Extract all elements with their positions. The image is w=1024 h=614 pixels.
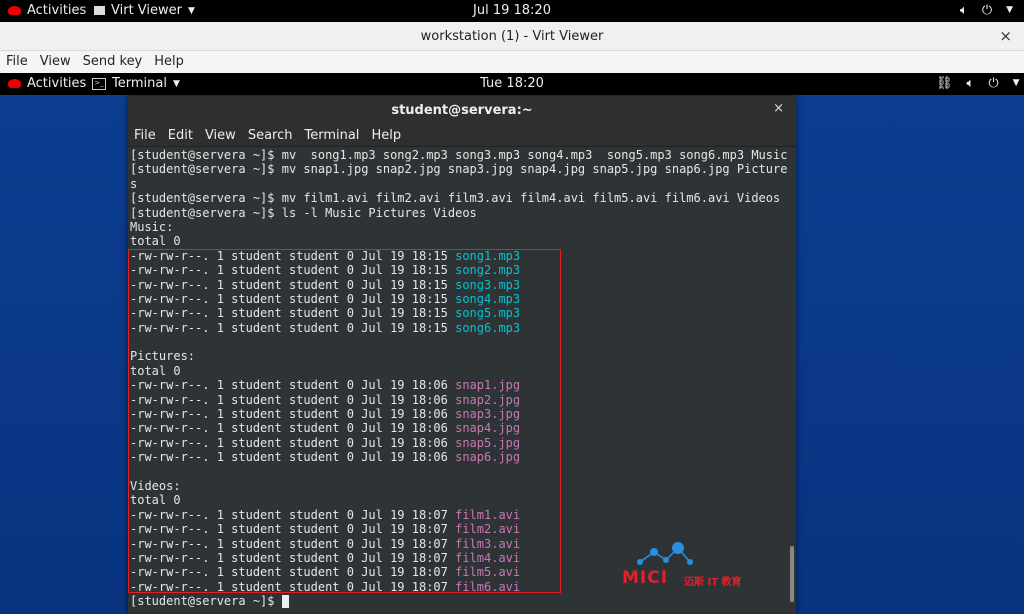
terminal-line: [student@servera ~]$ mv snap1.jpg snap2.… <box>130 162 787 176</box>
guest-clock[interactable]: Tue 18:20 <box>0 76 1024 91</box>
menu-help[interactable]: Help <box>148 51 190 73</box>
terminal-line: [student@servera ~]$ ls -l Music Picture… <box>130 206 787 220</box>
watermark-word: MICI <box>622 568 669 588</box>
terminal-line: Music: <box>130 220 787 234</box>
terminal-line-text: s <box>130 176 138 191</box>
terminal-menu-file[interactable]: File <box>128 124 162 146</box>
terminal-title: student@servera:~ <box>391 103 533 118</box>
close-icon[interactable]: × <box>999 27 1012 45</box>
chevron-down-icon: ▼ <box>1006 5 1014 15</box>
power-icon: ⏻ <box>988 76 999 91</box>
terminal-menu-view[interactable]: View <box>199 124 242 146</box>
terminal-line: s <box>130 177 787 191</box>
terminal-line-text: [student@servera ~]$ mv song1.mp3 song2.… <box>130 148 788 162</box>
terminal-menu-help[interactable]: Help <box>365 124 407 146</box>
highlight-annotation <box>128 249 561 593</box>
menu-file[interactable]: File <box>0 51 34 73</box>
shell-prompt: [student@servera ~]$ <box>130 594 282 609</box>
terminal-menu-edit[interactable]: Edit <box>162 124 199 146</box>
watermark-logo: MICI 迈斯 IT 教育 <box>622 540 762 590</box>
terminal-line-text: total 0 <box>130 234 181 249</box>
volume-icon: 🔈︎ <box>966 76 975 91</box>
watermark-subtitle: 迈斯 IT 教育 <box>684 577 742 588</box>
virt-viewer-titlebar: workstation (1) - Virt Viewer × <box>0 22 1024 51</box>
guest-top-bar: Activities >_ Terminal ▼ Tue 18:20 ⛓︎ 🔈︎… <box>0 73 1024 95</box>
terminal-line: [student@servera ~]$ mv song1.mp3 song2.… <box>130 148 787 162</box>
terminal-line-text: [student@servera ~]$ mv snap1.jpg snap2.… <box>130 162 788 177</box>
host-clock[interactable]: Jul 19 18:20 <box>0 3 1024 18</box>
molecule-icon <box>637 542 693 565</box>
network-icon: ⛓︎ <box>936 76 953 91</box>
prompt-line[interactable]: [student@servera ~]$ <box>130 594 787 609</box>
text-cursor <box>281 595 289 609</box>
terminal-scrollbar[interactable] <box>787 148 796 614</box>
close-icon[interactable]: × <box>773 101 784 116</box>
volume-icon: 🔈︎ <box>960 3 968 18</box>
terminal-line: total 0 <box>130 234 787 248</box>
menu-send-key[interactable]: Send key <box>77 51 149 73</box>
menu-view[interactable]: View <box>34 51 77 73</box>
scrollbar-thumb[interactable] <box>790 546 794 602</box>
power-icon: ⏻ <box>981 3 993 18</box>
chevron-down-icon: ▼ <box>1012 78 1020 88</box>
terminal-line-text: [student@servera ~]$ ls -l Music Picture… <box>130 205 477 220</box>
virt-viewer-menubar: File View Send key Help <box>0 51 1024 73</box>
terminal-titlebar[interactable]: student@servera:~ × <box>128 96 796 124</box>
terminal-line-text: [student@servera ~]$ mv film1.avi film2.… <box>130 191 781 206</box>
host-system-menu[interactable]: 🔈︎ ⏻ ▼ <box>960 3 1013 18</box>
window-title: workstation (1) - Virt Viewer <box>420 29 604 44</box>
terminal-line: [student@servera ~]$ mv film1.avi film2.… <box>130 191 787 205</box>
host-top-bar: Activities Virt Viewer ▼ Jul 19 18:20 🔈︎… <box>0 0 1024 22</box>
terminal-menubar: File Edit View Search Terminal Help <box>128 124 796 147</box>
terminal-line-text: Music: <box>130 219 174 234</box>
terminal-menu-search[interactable]: Search <box>242 124 299 146</box>
guest-system-menu[interactable]: ⛓︎ 🔈︎ ⏻ ▼ <box>936 76 1020 91</box>
terminal-menu-terminal[interactable]: Terminal <box>298 124 365 146</box>
